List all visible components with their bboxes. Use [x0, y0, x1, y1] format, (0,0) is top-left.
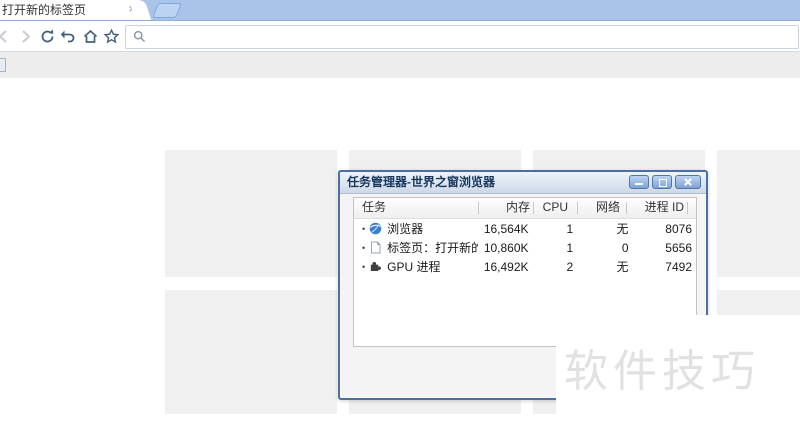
- tab-title: 打开新的标签页: [2, 0, 86, 20]
- process-name: 标签页：打开新的标...: [387, 239, 477, 256]
- gpu-icon: [369, 260, 382, 273]
- back-icon[interactable]: [0, 28, 12, 45]
- memory-value: 10,860K: [478, 241, 533, 255]
- row-bullet: •: [362, 243, 365, 253]
- tab-new-tab-page[interactable]: 打开新的标签页 ×: [0, 0, 138, 20]
- globe-icon: [369, 222, 382, 235]
- column-header-cpu[interactable]: CPU: [534, 198, 578, 218]
- minimize-icon[interactable]: [629, 175, 649, 189]
- forward-icon[interactable]: [17, 28, 34, 45]
- network-value: 0: [583, 241, 635, 255]
- column-header-network[interactable]: 网络: [578, 198, 627, 218]
- toolbar: [0, 21, 800, 51]
- table-row-browser[interactable]: • 浏览器 16,564K 1 无 8076: [354, 219, 696, 238]
- pid-value: 5656: [636, 241, 696, 255]
- column-header-memory[interactable]: 内存: [479, 198, 534, 218]
- watermark-text: 软件技巧: [564, 335, 760, 399]
- window-controls: [629, 175, 701, 189]
- maximize-icon[interactable]: [652, 175, 672, 189]
- memory-value: 16,564K: [478, 222, 533, 236]
- memory-value: 16,492K: [478, 260, 533, 274]
- new-tab-button[interactable]: [152, 3, 182, 18]
- address-bar-input[interactable]: [125, 25, 799, 49]
- cpu-value: 2: [533, 260, 584, 274]
- row-bullet: •: [362, 262, 365, 272]
- bookmark-favicon-fragment-icon[interactable]: [0, 58, 6, 72]
- table-row-gpu-process[interactable]: • GPU 进程 16,492K 2 无 7492: [354, 257, 696, 276]
- pid-value: 8076: [636, 222, 696, 236]
- cpu-value: 1: [533, 241, 584, 255]
- page-icon: [369, 241, 382, 254]
- close-icon[interactable]: [675, 175, 701, 189]
- network-value: 无: [583, 220, 635, 237]
- column-header-pid[interactable]: 进程 ID: [627, 198, 688, 218]
- process-name: GPU 进程: [387, 258, 440, 275]
- speed-dial-tile[interactable]: [717, 150, 800, 277]
- process-name: 浏览器: [387, 220, 423, 237]
- cpu-value: 1: [533, 222, 584, 236]
- watermark-overlay: 软件技巧: [556, 315, 800, 438]
- network-value: 无: [583, 258, 635, 275]
- undo-icon[interactable]: [60, 28, 77, 45]
- search-icon: [133, 30, 146, 43]
- column-header-task[interactable]: 任务: [354, 198, 479, 218]
- dialog-title: 任务管理器-世界之窗浏览器: [347, 172, 495, 193]
- browser-window: 打开新的标签页 ×: [0, 0, 800, 438]
- favorites-star-icon[interactable]: [103, 28, 120, 45]
- speed-dial-tile[interactable]: [165, 290, 337, 414]
- refresh-icon[interactable]: [39, 28, 56, 45]
- dialog-title-bar[interactable]: 任务管理器-世界之窗浏览器: [340, 172, 706, 194]
- speed-dial-tile[interactable]: [165, 150, 337, 277]
- table-row-tab-page[interactable]: • 标签页：打开新的标... 10,860K 1 0 5656: [354, 238, 696, 257]
- column-header-filler: [688, 198, 696, 218]
- bookmarks-bar: [0, 51, 800, 78]
- pid-value: 7492: [636, 260, 696, 274]
- process-list-header: 任务 内存 CPU 网络 进程 ID: [354, 198, 696, 219]
- home-icon[interactable]: [82, 28, 99, 45]
- tab-strip: 打开新的标签页 ×: [0, 0, 800, 21]
- row-bullet: •: [362, 224, 365, 234]
